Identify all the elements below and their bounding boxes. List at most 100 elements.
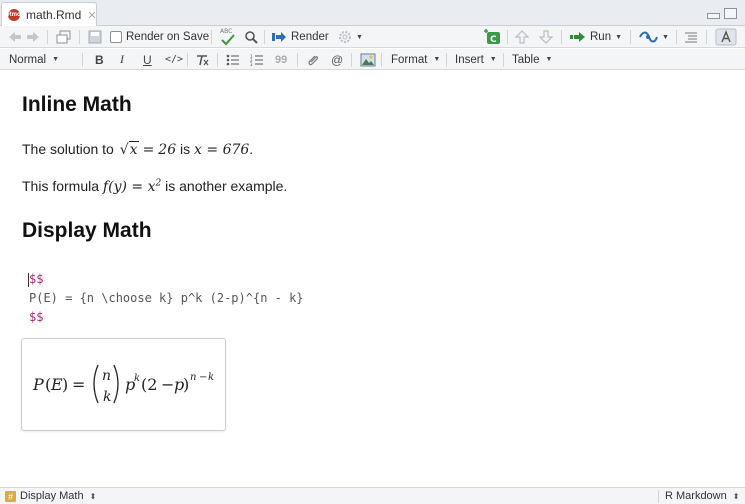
svg-text:): ): [183, 375, 189, 394]
chevron-down-icon: ▼: [662, 33, 669, 41]
search-icon: [245, 31, 258, 44]
visual-editor-area[interactable]: Inline Math The solution to √x = 26 is x =…: [0, 71, 745, 487]
minimize-pane-button[interactable]: [707, 13, 720, 19]
numbered-list-button[interactable]: 123: [250, 49, 264, 70]
section-hash-icon: #: [5, 491, 16, 502]
math-delimiter-close[interactable]: $$: [29, 310, 43, 324]
svg-text:n: n: [102, 368, 111, 384]
chevron-down-icon: ▼: [545, 56, 553, 63]
underline-button[interactable]: U: [143, 49, 152, 70]
table-menu-label: Table: [512, 53, 540, 66]
heading-inline-math[interactable]: Inline Math: [22, 93, 132, 117]
section-navigator[interactable]: Display Math ⬍: [20, 488, 96, 504]
tab-label: math.Rmd: [26, 8, 82, 22]
insert-image-button[interactable]: [360, 49, 376, 70]
svg-text:): ): [62, 375, 68, 394]
at-sign-icon: @: [331, 52, 344, 67]
forward-button[interactable]: [26, 26, 40, 48]
run-label: Run: [590, 31, 612, 43]
insert-link-button[interactable]: [306, 49, 320, 70]
tab-bar: Rmd math.Rmd ✕: [0, 0, 745, 27]
svg-text:−: −: [161, 375, 174, 394]
chevron-down-icon: ▼: [433, 56, 441, 63]
document-mode-label: R Markdown: [665, 490, 727, 502]
chevron-down-icon: ▼: [356, 33, 363, 41]
insert-citation-button[interactable]: @: [331, 49, 343, 70]
document-outline-button[interactable]: [684, 26, 698, 48]
save-disk-icon: [88, 30, 102, 44]
svg-text:3: 3: [250, 62, 253, 66]
code-button[interactable]: </>: [165, 49, 183, 70]
close-tab-icon[interactable]: ✕: [87, 9, 96, 22]
svg-text:−: −: [199, 372, 207, 383]
clear-formatting-button[interactable]: [195, 49, 209, 70]
arrow-up-icon: [515, 30, 529, 44]
status-bar: # Display Math ⬍ R Markdown ⬍: [0, 487, 745, 504]
spellcheck-button[interactable]: ABC: [219, 26, 237, 48]
chevron-down-icon: ▼: [52, 56, 59, 63]
run-button[interactable]: Run ▼: [569, 26, 622, 48]
italic-button[interactable]: I: [120, 49, 124, 70]
arrow-down-icon: [539, 30, 553, 44]
publish-menu[interactable]: ▼: [638, 26, 669, 48]
previous-chunk-button[interactable]: [515, 26, 529, 48]
render-button[interactable]: Render: [271, 26, 329, 48]
save-button[interactable]: [88, 26, 102, 48]
run-arrow-icon: [570, 32, 585, 42]
next-chunk-button[interactable]: [539, 26, 553, 48]
svg-text:P: P: [32, 375, 44, 394]
chevron-down-icon: ▼: [489, 56, 497, 63]
rmarkdown-file-icon: Rmd: [7, 9, 21, 21]
add-chunk-icon: C: [484, 29, 500, 45]
current-section-label: Display Math: [20, 490, 84, 502]
document-mode-select[interactable]: R Markdown ⬍: [665, 488, 739, 504]
inline-math-fy[interactable]: f(y) = x2: [103, 178, 161, 195]
maximize-pane-button[interactable]: [724, 8, 737, 19]
render-label: Render: [291, 31, 329, 43]
inline-math-x[interactable]: x = 676: [194, 142, 249, 158]
svg-text:=: =: [72, 375, 85, 394]
find-replace-button[interactable]: [244, 26, 258, 48]
bold-button[interactable]: B: [95, 49, 104, 70]
paragraph-style-select[interactable]: Normal ▼: [9, 49, 59, 70]
insert-menu-label: Insert: [455, 53, 484, 66]
format-menu-label: Format: [391, 53, 428, 66]
paragraph-formula[interactable]: This formula f(y) = x2 is another exampl…: [22, 178, 287, 195]
heading-display-math[interactable]: Display Math: [22, 219, 152, 243]
inline-math-sqrt[interactable]: √x = 26: [120, 141, 176, 158]
svg-text:k: k: [208, 372, 214, 383]
blockquote-button[interactable]: 99: [275, 49, 287, 70]
back-button[interactable]: [8, 26, 22, 48]
show-in-window-button[interactable]: [56, 26, 72, 48]
format-menu[interactable]: Format ▼: [391, 49, 440, 70]
publish-icon: [639, 31, 658, 43]
render-on-save-label: Render on Save: [126, 31, 210, 43]
image-icon: [360, 53, 376, 66]
math-preview-popup: P ( E ) = n k p k (2 − p ) n − k: [21, 338, 226, 431]
render-arrow-icon: [272, 32, 286, 42]
rendered-equation: P ( E ) = n k p k (2 − p ) n − k: [32, 364, 214, 405]
bullet-list-button[interactable]: [226, 49, 240, 70]
updown-chevron-icon: ⬍: [732, 491, 740, 501]
math-delimiter-open[interactable]: $$: [29, 272, 43, 286]
numbered-list-icon: 123: [250, 54, 263, 66]
visual-editor-toggle[interactable]: [715, 26, 737, 48]
svg-text:C: C: [490, 35, 497, 45]
paragraph-solution[interactable]: The solution to √x = 26 is x = 676.: [22, 141, 253, 158]
arrow-right-icon: [27, 32, 39, 42]
insert-chunk-button[interactable]: C: [483, 26, 501, 48]
render-on-save-checkbox[interactable]: [110, 31, 122, 43]
outline-lines-icon: [685, 32, 697, 43]
svg-text:n: n: [190, 372, 196, 383]
format-toolbar: Normal ▼ B I U </> 123 99 @ Format ▼ Ins…: [0, 49, 745, 70]
svg-text:k: k: [103, 389, 111, 405]
render-settings-menu[interactable]: ▼: [338, 26, 363, 48]
latex-source-line[interactable]: P(E) = {n \choose k} p^k (2-p)^{n - k}: [29, 291, 304, 305]
quote-icon: 99: [275, 53, 288, 66]
render-on-save-toggle[interactable]: Render on Save: [110, 26, 209, 48]
table-menu[interactable]: Table ▼: [512, 49, 552, 70]
tab-math-rmd[interactable]: Rmd math.Rmd ✕: [1, 2, 97, 27]
arrow-left-icon: [9, 32, 21, 42]
svg-text:k: k: [134, 373, 140, 384]
insert-menu[interactable]: Insert ▼: [455, 49, 497, 70]
